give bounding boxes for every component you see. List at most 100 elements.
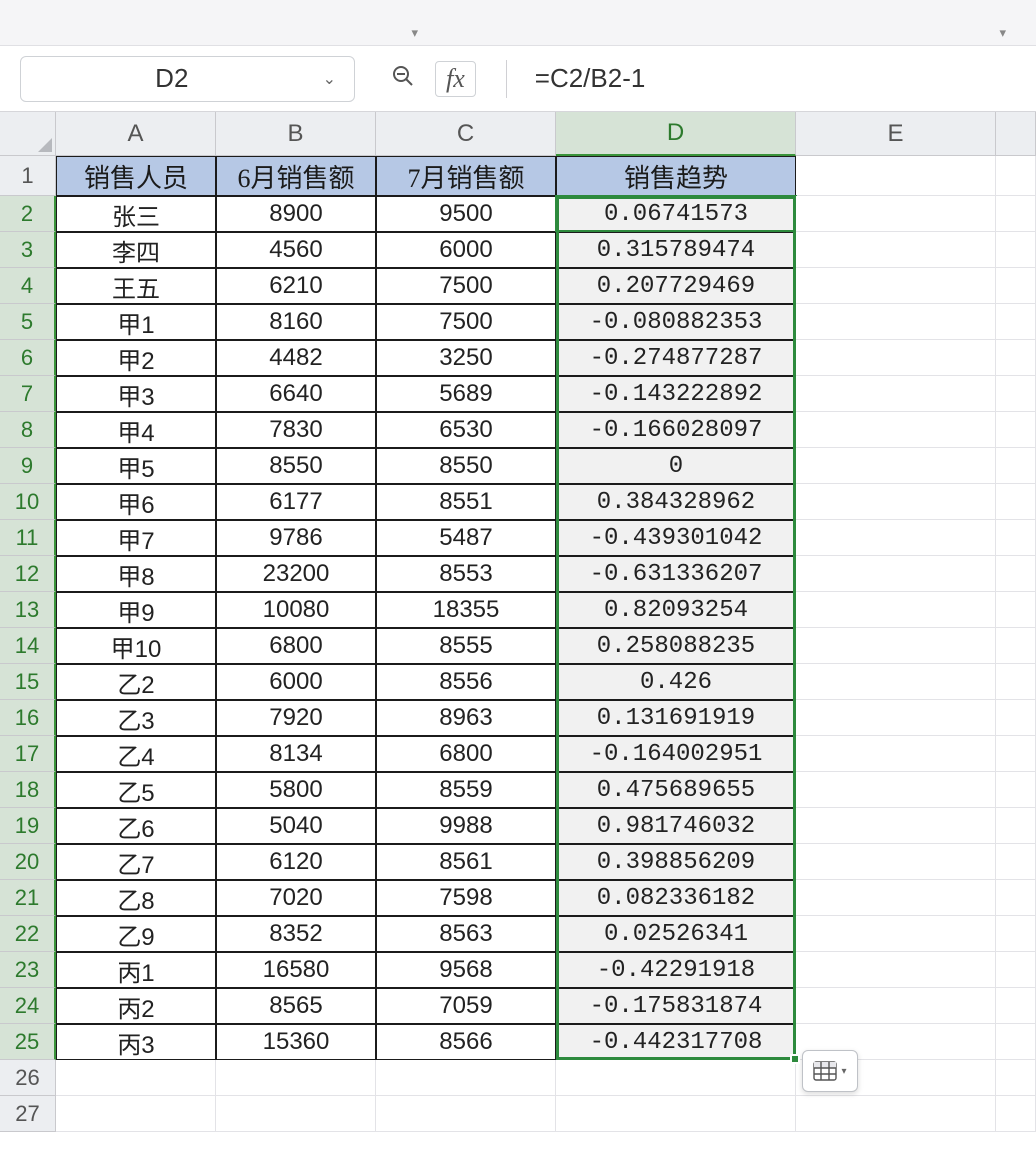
cell-A22[interactable]: 乙9 xyxy=(56,916,216,952)
cell-E20[interactable] xyxy=(796,844,996,880)
row-header-24[interactable]: 24 xyxy=(0,988,56,1024)
cell-C4[interactable]: 7500 xyxy=(376,268,556,304)
cell-D15[interactable]: 0.426 xyxy=(556,664,796,700)
cell-extra-6[interactable] xyxy=(996,340,1036,376)
cell-C19[interactable]: 9988 xyxy=(376,808,556,844)
row-header-2[interactable]: 2 xyxy=(0,196,56,232)
cell-A16[interactable]: 乙3 xyxy=(56,700,216,736)
cell-extra-16[interactable] xyxy=(996,700,1036,736)
cell-E16[interactable] xyxy=(796,700,996,736)
cell-A11[interactable]: 甲7 xyxy=(56,520,216,556)
cell-extra-13[interactable] xyxy=(996,592,1036,628)
cell-extra-19[interactable] xyxy=(996,808,1036,844)
row-header-17[interactable]: 17 xyxy=(0,736,56,772)
cell-E11[interactable] xyxy=(796,520,996,556)
cell-D10[interactable]: 0.384328962 xyxy=(556,484,796,520)
cell-D20[interactable]: 0.398856209 xyxy=(556,844,796,880)
cell-C7[interactable]: 5689 xyxy=(376,376,556,412)
table-header-B[interactable]: 6月销售额 xyxy=(216,156,376,196)
cell-D11[interactable]: -0.439301042 xyxy=(556,520,796,556)
column-header-B[interactable]: B xyxy=(216,112,376,156)
cell-A10[interactable]: 甲6 xyxy=(56,484,216,520)
cell-A5[interactable]: 甲1 xyxy=(56,304,216,340)
cell-A21[interactable]: 乙8 xyxy=(56,880,216,916)
cell-extra-20[interactable] xyxy=(996,844,1036,880)
cell-extra-17[interactable] xyxy=(996,736,1036,772)
cell-B26[interactable] xyxy=(216,1060,376,1096)
cell-A20[interactable]: 乙7 xyxy=(56,844,216,880)
cell-E22[interactable] xyxy=(796,916,996,952)
cell-B14[interactable]: 6800 xyxy=(216,628,376,664)
autofill-options-button[interactable]: ▾ xyxy=(802,1050,858,1092)
fill-handle[interactable] xyxy=(790,1054,800,1064)
cell-A12[interactable]: 甲8 xyxy=(56,556,216,592)
cell-A17[interactable]: 乙4 xyxy=(56,736,216,772)
cell-E27[interactable] xyxy=(796,1096,996,1132)
cell-E24[interactable] xyxy=(796,988,996,1024)
column-header-E[interactable]: E xyxy=(796,112,996,156)
row-header-1[interactable]: 1 xyxy=(0,156,56,196)
cell-extra-27[interactable] xyxy=(996,1096,1036,1132)
cell-extra-15[interactable] xyxy=(996,664,1036,700)
cell-extra-21[interactable] xyxy=(996,880,1036,916)
row-header-12[interactable]: 12 xyxy=(0,556,56,592)
cell-extra-8[interactable] xyxy=(996,412,1036,448)
cell-extra-18[interactable] xyxy=(996,772,1036,808)
cell-B25[interactable]: 15360 xyxy=(216,1024,376,1060)
cell-B23[interactable]: 16580 xyxy=(216,952,376,988)
cell-extra-4[interactable] xyxy=(996,268,1036,304)
cell-B22[interactable]: 8352 xyxy=(216,916,376,952)
row-header-10[interactable]: 10 xyxy=(0,484,56,520)
cell-C10[interactable]: 8551 xyxy=(376,484,556,520)
cell-A19[interactable]: 乙6 xyxy=(56,808,216,844)
spreadsheet-grid[interactable]: ABCDE 1销售人员6月销售额7月销售额销售趋势2张三890095000.06… xyxy=(0,112,1036,1132)
cell-A8[interactable]: 甲4 xyxy=(56,412,216,448)
row-header-26[interactable]: 26 xyxy=(0,1060,56,1096)
cell-E17[interactable] xyxy=(796,736,996,772)
row-header-21[interactable]: 21 xyxy=(0,880,56,916)
row-header-25[interactable]: 25 xyxy=(0,1024,56,1060)
cell-B12[interactable]: 23200 xyxy=(216,556,376,592)
cell-extra-14[interactable] xyxy=(996,628,1036,664)
cell-E14[interactable] xyxy=(796,628,996,664)
cell-C24[interactable]: 7059 xyxy=(376,988,556,1024)
cell-extra-7[interactable] xyxy=(996,376,1036,412)
cell-B7[interactable]: 6640 xyxy=(216,376,376,412)
cell-D5[interactable]: -0.080882353 xyxy=(556,304,796,340)
row-header-8[interactable]: 8 xyxy=(0,412,56,448)
cell-B17[interactable]: 8134 xyxy=(216,736,376,772)
row-header-7[interactable]: 7 xyxy=(0,376,56,412)
zoom-out-icon[interactable] xyxy=(391,64,415,94)
cell-E23[interactable] xyxy=(796,952,996,988)
cell-extra-26[interactable] xyxy=(996,1060,1036,1096)
cell-C11[interactable]: 5487 xyxy=(376,520,556,556)
cell-D23[interactable]: -0.42291918 xyxy=(556,952,796,988)
cell-C9[interactable]: 8550 xyxy=(376,448,556,484)
cell-B18[interactable]: 5800 xyxy=(216,772,376,808)
column-header-extra[interactable] xyxy=(996,112,1036,156)
cell-A4[interactable]: 王五 xyxy=(56,268,216,304)
cell-extra-25[interactable] xyxy=(996,1024,1036,1060)
cell-C18[interactable]: 8559 xyxy=(376,772,556,808)
cell-A18[interactable]: 乙5 xyxy=(56,772,216,808)
row-header-27[interactable]: 27 xyxy=(0,1096,56,1132)
column-header-C[interactable]: C xyxy=(376,112,556,156)
cell-B3[interactable]: 4560 xyxy=(216,232,376,268)
cell-C2[interactable]: 9500 xyxy=(376,196,556,232)
cell-D14[interactable]: 0.258088235 xyxy=(556,628,796,664)
cell-A2[interactable]: 张三 xyxy=(56,196,216,232)
cell-D21[interactable]: 0.082336182 xyxy=(556,880,796,916)
cell-C5[interactable]: 7500 xyxy=(376,304,556,340)
cell-A3[interactable]: 李四 xyxy=(56,232,216,268)
cell-extra-23[interactable] xyxy=(996,952,1036,988)
cell-D4[interactable]: 0.207729469 xyxy=(556,268,796,304)
row-header-4[interactable]: 4 xyxy=(0,268,56,304)
cell-extra-2[interactable] xyxy=(996,196,1036,232)
cell-D24[interactable]: -0.175831874 xyxy=(556,988,796,1024)
row-header-14[interactable]: 14 xyxy=(0,628,56,664)
cell-B10[interactable]: 6177 xyxy=(216,484,376,520)
cell-E4[interactable] xyxy=(796,268,996,304)
cell-E12[interactable] xyxy=(796,556,996,592)
cell-D2[interactable]: 0.06741573 xyxy=(556,196,796,232)
row-header-20[interactable]: 20 xyxy=(0,844,56,880)
